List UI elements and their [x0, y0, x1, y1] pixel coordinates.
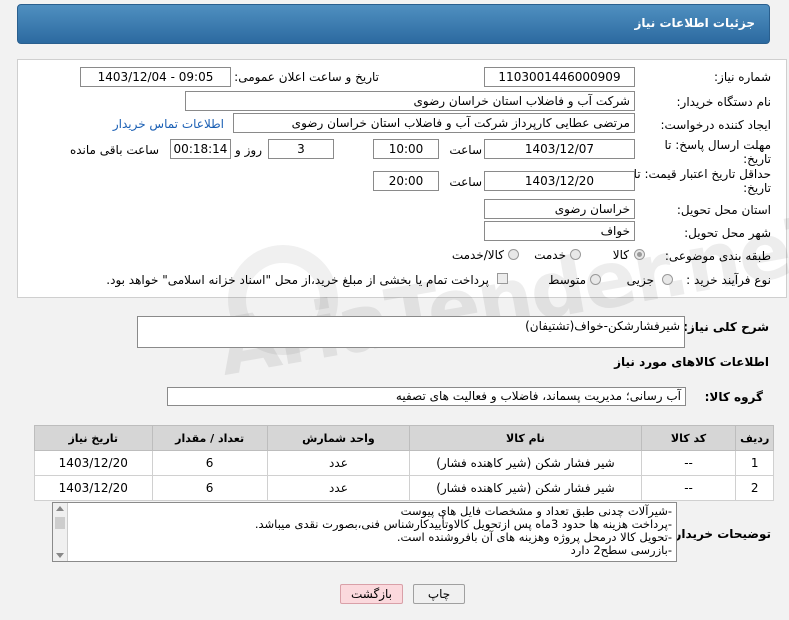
cell-quantity: 6	[151, 450, 268, 476]
deadline-label-2: تاریخ:	[743, 152, 771, 166]
category-radio-both[interactable]	[508, 249, 519, 260]
need-number-field[interactable]: 1103001446000909	[484, 67, 635, 87]
deadline-days-field[interactable]: 3	[268, 139, 334, 159]
summary-label: شرح کلی نیاز:	[683, 320, 769, 334]
col-code: کد کالا	[640, 425, 737, 451]
cell-quantity: 6	[151, 475, 268, 501]
price-validity-time-label: ساعت	[449, 175, 482, 189]
goods-group-field[interactable]: آب رسانی؛ مدیریت پسماند، فاضلاب و فعالیت…	[167, 387, 686, 406]
treasury-payment-checkbox[interactable]	[497, 273, 508, 284]
buyer-notes-label: توضیحات خریدار:	[669, 527, 771, 541]
price-validity-date-field[interactable]: 1403/12/20	[484, 171, 635, 191]
cell-row: 2	[735, 475, 774, 501]
scroll-thumb[interactable]	[55, 517, 65, 529]
cell-date: 1403/12/20	[34, 450, 153, 476]
page-title: جزئیات اطلاعات نیاز	[634, 16, 755, 30]
goods-table: ردیف کد کالا نام کالا واحد شمارش تعداد /…	[34, 425, 774, 501]
requester-label: ایجاد کننده درخواست:	[660, 118, 771, 132]
remaining-label: ساعت باقی مانده	[69, 143, 159, 157]
remaining-time-field[interactable]: 00:18:14	[170, 139, 231, 159]
deadline-days-label: روز و	[235, 143, 262, 157]
buyer-note-line: -بازرسی سطح2 دارد	[570, 543, 672, 557]
delivery-province-field[interactable]: خراسان رضوی	[484, 199, 635, 219]
price-validity-label-2: تاریخ:	[743, 181, 771, 195]
buyer-org-field[interactable]: شرکت آب و فاضلاب استان خراسان رضوی	[185, 91, 635, 111]
table-row[interactable]: 1 -- شیر فشار شکن (شیر کاهنده فشار) عدد …	[34, 450, 774, 476]
cell-date: 1403/12/20	[34, 475, 153, 501]
treasury-payment-note: پرداخت تمام یا بخشی از مبلغ خرید،از محل …	[106, 273, 489, 287]
buyer-notes-scrollbar[interactable]	[53, 503, 68, 561]
deadline-time-label: ساعت	[449, 143, 482, 157]
cell-unit: عدد	[266, 450, 411, 476]
summary-field[interactable]: شیرفشارشکن-خواف(تشتیفان)	[137, 316, 685, 348]
category-option-both: کالا/خدمت	[451, 248, 504, 262]
delivery-city-label: شهر محل تحویل:	[684, 226, 771, 240]
category-label: طبقه بندی موضوعی:	[664, 249, 771, 263]
process-option-minor: جزیی	[626, 273, 654, 287]
cell-row: 1	[735, 450, 774, 476]
process-option-medium: متوسط	[548, 273, 586, 287]
deadline-label-1: مهلت ارسال پاسخ: تا	[664, 138, 771, 152]
announce-label: تاریخ و ساعت اعلان عمومی:	[234, 70, 379, 84]
col-name: نام کالا	[409, 425, 642, 451]
col-date: تاریخ نیاز	[34, 425, 153, 451]
goods-table-header: ردیف کد کالا نام کالا واحد شمارش تعداد /…	[34, 425, 774, 451]
goods-group-label: گروه کالا:	[704, 390, 763, 404]
process-label: نوع فرآیند خرید :	[686, 273, 771, 287]
scroll-up-icon[interactable]	[56, 506, 64, 511]
buyer-contact-link[interactable]: اطلاعات تماس خریدار	[113, 117, 224, 131]
announce-field[interactable]: 1403/12/04 - 09:05	[80, 67, 231, 87]
deadline-time-field[interactable]: 10:00	[373, 139, 439, 159]
cell-name: شیر فشار شکن (شیر کاهنده فشار)	[409, 475, 642, 501]
page-header: جزئیات اطلاعات نیاز	[17, 4, 770, 44]
price-validity-time-field[interactable]: 20:00	[373, 171, 439, 191]
goods-section-title: اطلاعات کالاهای مورد نیاز	[614, 355, 769, 369]
buyer-org-label: نام دستگاه خریدار:	[676, 95, 772, 109]
need-number-label: شماره نیاز:	[714, 70, 771, 84]
cell-unit: عدد	[266, 475, 411, 501]
category-radio-goods[interactable]	[634, 249, 645, 260]
cell-name: شیر فشار شکن (شیر کاهنده فشار)	[409, 450, 642, 476]
price-validity-label-1: حداقل تاریخ اعتبار قیمت: تا	[633, 167, 771, 181]
back-button[interactable]: بازگشت	[340, 584, 403, 604]
col-row: ردیف	[735, 425, 774, 451]
buyer-notes-field[interactable]: -شیرآلات چدنی طبق تعداد و مشخصات فایل ها…	[52, 502, 677, 562]
col-unit: واحد شمارش	[266, 425, 411, 451]
process-radio-medium[interactable]	[590, 274, 601, 285]
scroll-down-icon[interactable]	[56, 553, 64, 558]
process-radio-minor[interactable]	[662, 274, 673, 285]
delivery-province-label: استان محل تحویل:	[676, 203, 771, 217]
print-button[interactable]: چاپ	[413, 584, 465, 604]
cell-code: --	[640, 475, 737, 501]
requester-field[interactable]: مرتضی عطایی کارپرداز شرکت آب و فاضلاب اس…	[233, 113, 635, 133]
category-option-service: خدمت	[534, 248, 566, 262]
table-row[interactable]: 2 -- شیر فشار شکن (شیر کاهنده فشار) عدد …	[34, 475, 774, 501]
deadline-date-field[interactable]: 1403/12/07	[484, 139, 635, 159]
col-quantity: تعداد / مقدار	[151, 425, 268, 451]
delivery-city-field[interactable]: خواف	[484, 221, 635, 241]
category-radio-service[interactable]	[570, 249, 581, 260]
cell-code: --	[640, 450, 737, 476]
category-option-goods: کالا	[612, 248, 629, 262]
